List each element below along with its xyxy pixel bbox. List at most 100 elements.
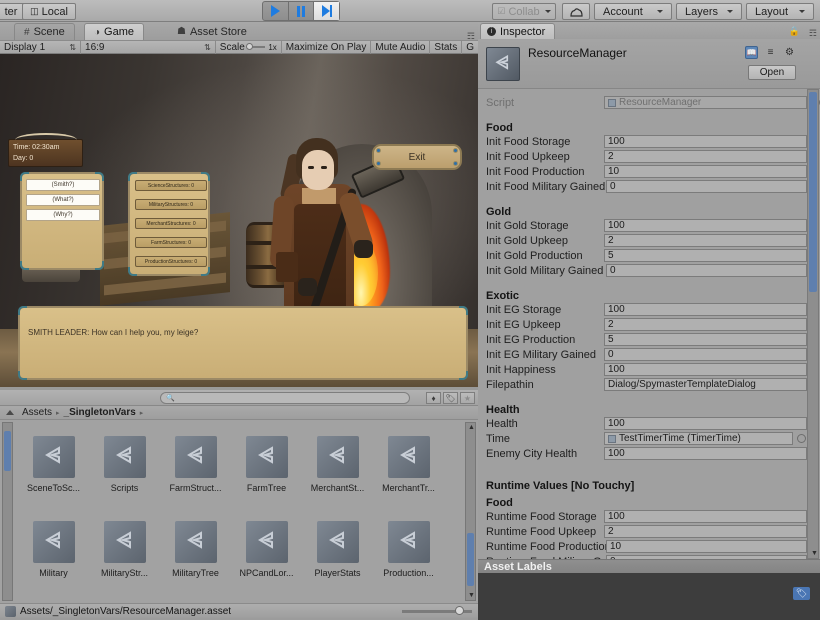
property-input[interactable]: 10	[604, 165, 807, 178]
gear-icon[interactable]: ⚙	[783, 46, 796, 59]
inspector-scrollbar[interactable]: ▲ ▼	[807, 89, 819, 559]
scale-slider-track[interactable]	[245, 43, 266, 50]
gizmos-dropdown[interactable]: G	[462, 40, 478, 54]
property-input[interactable]: 100	[604, 135, 807, 148]
property-row[interactable]: Runtime Food Production 10	[478, 539, 820, 554]
stats-toggle[interactable]: Stats	[430, 40, 463, 54]
asset-item[interactable]: Scripts	[89, 420, 160, 495]
scale-slider-knob[interactable]	[245, 43, 253, 50]
tab-scene[interactable]: # Scene	[14, 23, 75, 40]
game-view[interactable]: Time: 02:30am Day: 0 (Smith?) (What?) (W…	[0, 54, 478, 387]
asset-item[interactable]: ScienceStr...	[231, 580, 302, 603]
property-row[interactable]: Init EG Production 5	[478, 332, 820, 347]
property-row-time[interactable]: Time TestTimerTime (TimerTime)	[478, 431, 820, 446]
mute-audio-toggle[interactable]: Mute Audio	[371, 40, 431, 54]
account-button[interactable]: Account	[594, 3, 672, 20]
scroll-up-icon[interactable]: ▲	[468, 424, 475, 431]
collapse-arrow-icon[interactable]	[6, 410, 14, 415]
property-row[interactable]: Init Gold Military Gained 0	[478, 263, 820, 278]
help-book-icon[interactable]: 📖	[745, 46, 758, 59]
exit-button[interactable]: Exit	[372, 144, 462, 170]
asset-item[interactable]: FarmStruct...	[160, 420, 231, 495]
property-input[interactable]: 100	[604, 510, 807, 523]
scrollbar-thumb[interactable]	[467, 532, 474, 586]
favorites-star-icon[interactable]: ★	[460, 392, 475, 404]
property-input[interactable]: 5	[604, 249, 807, 262]
property-row[interactable]: Runtime Food Upkeep 2	[478, 524, 820, 539]
property-input[interactable]: 2	[604, 150, 807, 163]
layers-button[interactable]: Layers	[676, 3, 742, 20]
aspect-dropdown[interactable]: 16:9 ⇅	[81, 40, 216, 54]
asset-item[interactable]: Production...	[373, 495, 444, 580]
asset-labels-area[interactable]: 🏷	[478, 573, 820, 620]
layout-button[interactable]: Layout	[746, 3, 814, 20]
breadcrumb-singletonvars[interactable]: _SingletonVars	[64, 407, 136, 418]
asset-item[interactable]: MilitaryTree	[160, 495, 231, 580]
property-input[interactable]: 5	[604, 333, 807, 346]
structure-button-merchant[interactable]: MerchantStructures: 0	[135, 218, 207, 229]
search-input[interactable]: 🔍	[160, 392, 410, 404]
inspector-body[interactable]: Script ResourceManager Food Init Food St…	[478, 89, 820, 559]
property-row[interactable]: Init Food Production 10	[478, 164, 820, 179]
property-input[interactable]: 100	[604, 417, 807, 430]
object-picker-icon[interactable]	[797, 434, 806, 443]
icon-size-slider[interactable]	[402, 606, 472, 615]
tag-icon[interactable]: 🏷	[793, 587, 810, 600]
asset-item[interactable]: Military	[18, 495, 89, 580]
property-input[interactable]: 100	[604, 219, 807, 232]
property-input[interactable]: Dialog/SpymasterTemplateDialog	[604, 378, 807, 391]
asset-item[interactable]: MerchantTr...	[373, 420, 444, 495]
asset-item[interactable]: SaveLoadD...	[160, 580, 231, 603]
structure-button-farm[interactable]: FarmStructures: 0	[135, 237, 207, 248]
scroll-down-icon[interactable]: ▼	[468, 592, 475, 599]
property-row[interactable]: Health 100	[478, 416, 820, 431]
tab-inspector[interactable]: i Inspector	[480, 23, 556, 39]
asset-item[interactable]: NPCandLor...	[231, 495, 302, 580]
icon-size-slider-knob[interactable]	[455, 606, 464, 615]
property-row[interactable]: Init Food Upkeep 2	[478, 149, 820, 164]
property-input[interactable]: 100	[604, 447, 807, 460]
scale-slider[interactable]: Scale 1x	[216, 40, 282, 54]
asset-item[interactable]: FarmTree	[231, 420, 302, 495]
scrollbar-thumb[interactable]	[4, 431, 11, 471]
property-input[interactable]: 100	[604, 303, 807, 316]
dialog-option-1[interactable]: (What?)	[26, 194, 100, 206]
property-input[interactable]: 100	[604, 363, 807, 376]
property-row[interactable]: Init Gold Upkeep 2	[478, 233, 820, 248]
property-input[interactable]: 10	[606, 540, 807, 553]
tab-game[interactable]: ◑ Game	[84, 23, 145, 40]
property-row-script[interactable]: Script ResourceManager	[478, 95, 820, 110]
scrollbar-thumb[interactable]	[809, 92, 817, 292]
open-button[interactable]: Open	[748, 65, 796, 80]
step-button[interactable]	[314, 2, 340, 20]
asset-item[interactable]: PlayerStats	[302, 495, 373, 580]
dialog-option-0[interactable]: (Smith?)	[26, 179, 100, 191]
structure-button-military[interactable]: MilitaryStructures: 0	[135, 199, 207, 210]
property-row[interactable]: Runtime Food Storage 100	[478, 509, 820, 524]
maximize-on-play-toggle[interactable]: Maximize On Play	[282, 40, 372, 54]
asset-item[interactable]: ScienceTree	[302, 580, 373, 603]
asset-item[interactable]: SceneToSc...	[18, 420, 89, 495]
property-input[interactable]: 2	[604, 318, 807, 331]
dialog-option-2[interactable]: (Why?)	[26, 209, 100, 221]
local-global-button[interactable]: ◫ Local	[22, 3, 76, 20]
structure-button-science[interactable]: ScienceStructures: 0	[135, 180, 207, 191]
asset-item[interactable]: TestTimerT...	[373, 580, 444, 603]
property-row[interactable]: Filepathin Dialog/SpymasterTemplateDialog	[478, 377, 820, 392]
collab-button[interactable]: ☑ Collab	[492, 3, 556, 20]
cloud-button[interactable]	[562, 3, 590, 20]
property-row[interactable]: Init EG Storage 100	[478, 302, 820, 317]
lock-icon[interactable]: 🔒	[789, 26, 800, 37]
property-row[interactable]: Init Happiness 100	[478, 362, 820, 377]
project-grid-scrollbar[interactable]: ▲ ▼	[465, 422, 476, 601]
property-row[interactable]: Init Food Storage 100	[478, 134, 820, 149]
property-input[interactable]: 0	[606, 264, 807, 277]
display-dropdown[interactable]: Display 1 ⇅	[0, 40, 82, 54]
asset-item[interactable]: Production...	[18, 580, 89, 603]
tab-asset-store[interactable]: ☗ Asset Store	[168, 23, 256, 40]
pause-button[interactable]	[289, 2, 315, 20]
asset-item[interactable]: MilitaryStr...	[89, 495, 160, 580]
property-row[interactable]: Init EG Military Gained 0	[478, 347, 820, 362]
panel-options-icon[interactable]: ☶	[809, 28, 817, 39]
property-input[interactable]: 2	[604, 234, 807, 247]
